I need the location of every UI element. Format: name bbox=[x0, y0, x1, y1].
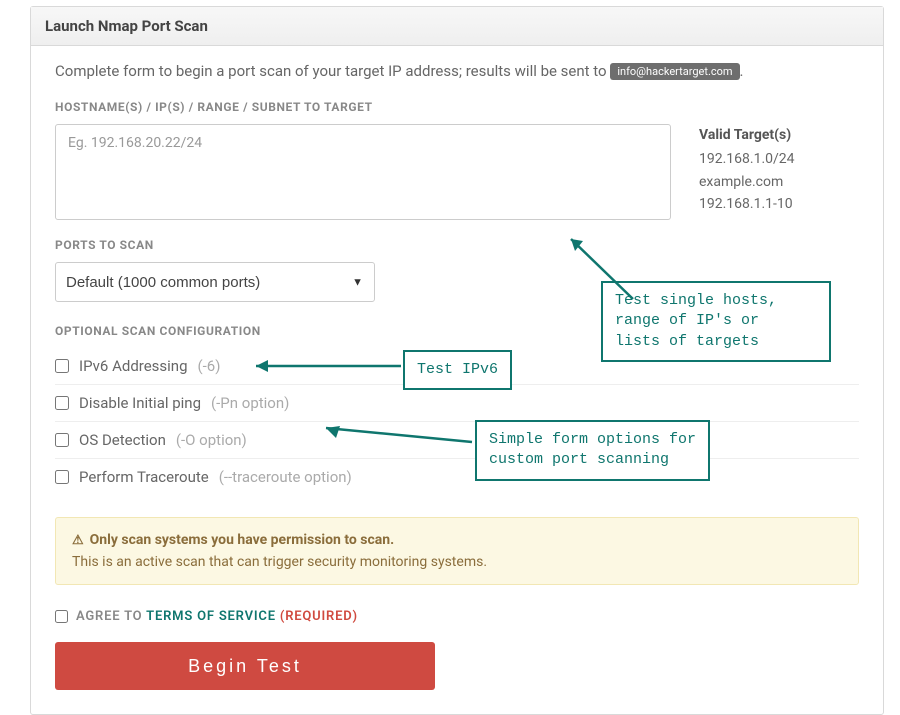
arrow-icon bbox=[563, 231, 683, 311]
panel-title: Launch Nmap Port Scan bbox=[31, 7, 883, 46]
option-hint: (-Pn option) bbox=[211, 394, 289, 412]
tos-link[interactable]: TERMS OF SERVICE bbox=[146, 609, 276, 624]
warning-icon: ⚠ bbox=[72, 533, 84, 548]
option-text: Perform Traceroute bbox=[79, 468, 209, 486]
warning-box: ⚠ Only scan systems you have permission … bbox=[55, 517, 859, 585]
checkbox-os-detection[interactable] bbox=[55, 433, 69, 447]
ports-label: PORTS TO SCAN bbox=[55, 238, 859, 252]
option-text: Disable Initial ping bbox=[79, 394, 201, 412]
hosts-label: HOSTNAME(S) / IP(S) / RANGE / SUBNET TO … bbox=[55, 100, 859, 114]
option-text: IPv6 Addressing bbox=[79, 357, 188, 375]
agree-row[interactable]: AGREE TO TERMS OF SERVICE (REQUIRED) bbox=[55, 609, 859, 624]
required-tag: (REQUIRED) bbox=[276, 609, 358, 624]
scan-panel: Launch Nmap Port Scan Complete form to b… bbox=[30, 6, 884, 715]
panel-body: Complete form to begin a port scan of yo… bbox=[31, 46, 883, 714]
valid-target-example: example.com bbox=[699, 171, 859, 193]
option-text: OS Detection bbox=[79, 431, 166, 449]
intro-pre: Complete form to begin a port scan of yo… bbox=[55, 62, 610, 80]
option-traceroute[interactable]: Perform Traceroute (--traceroute option) bbox=[55, 459, 859, 495]
arrow-icon bbox=[316, 424, 476, 448]
checkbox-agree[interactable] bbox=[55, 610, 68, 623]
begin-test-button[interactable]: Begin Test bbox=[55, 642, 435, 690]
target-input[interactable] bbox=[55, 124, 671, 220]
callout-custom: Simple form options for custom port scan… bbox=[475, 420, 710, 481]
valid-target-example: 192.168.1.0/24 bbox=[699, 148, 859, 170]
email-badge: info@hackertarget.com bbox=[610, 63, 739, 80]
warning-body: This is an active scan that can trigger … bbox=[72, 554, 842, 570]
option-hint: (-O option) bbox=[176, 431, 247, 449]
checkbox-ipv6[interactable] bbox=[55, 359, 69, 373]
option-hint: (-6) bbox=[198, 357, 221, 375]
valid-targets: Valid Target(s) 192.168.1.0/24 example.c… bbox=[699, 124, 859, 220]
checkbox-traceroute[interactable] bbox=[55, 470, 69, 484]
agree-pre: AGREE TO bbox=[76, 609, 146, 624]
intro-period: . bbox=[740, 62, 744, 80]
option-hint: (--traceroute option) bbox=[219, 468, 352, 486]
ports-select[interactable]: Default (1000 common ports) bbox=[55, 262, 375, 302]
option-disable-ping[interactable]: Disable Initial ping (-Pn option) bbox=[55, 385, 859, 422]
callout-ipv6: Test IPv6 bbox=[403, 350, 512, 390]
checkbox-disable-ping[interactable] bbox=[55, 396, 69, 410]
valid-targets-title: Valid Target(s) bbox=[699, 124, 859, 146]
arrow-icon bbox=[246, 356, 406, 376]
intro-text: Complete form to begin a port scan of yo… bbox=[55, 62, 859, 80]
warning-title: Only scan systems you have permission to… bbox=[90, 532, 395, 548]
valid-target-example: 192.168.1.1-10 bbox=[699, 193, 859, 215]
